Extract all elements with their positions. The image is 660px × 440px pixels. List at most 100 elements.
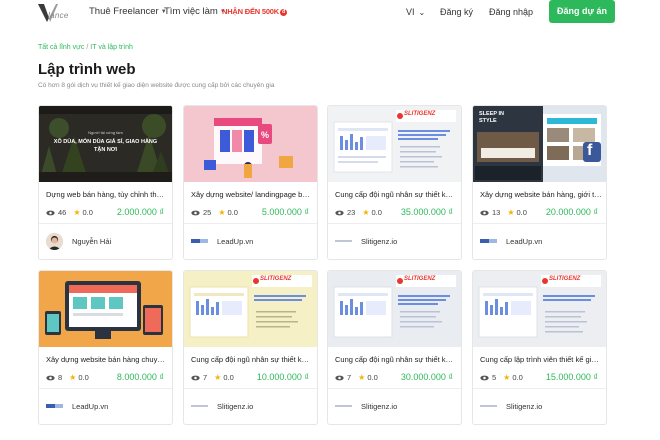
register-link[interactable]: Đăng ký (440, 7, 473, 17)
card-divider (328, 388, 461, 389)
service-title[interactable]: Cung cấp lập trình viên thiết kế giao di… (480, 355, 602, 364)
service-card[interactable]: SLITIGENZ Cung cấp đội ngũ nhân sự thiết… (327, 105, 462, 260)
seller-info[interactable]: Slitigenz.io (335, 396, 397, 416)
slitigenz-logo[interactable] (335, 238, 352, 244)
star-icon: ★ (73, 208, 81, 217)
nav-hire-freelancer-label: Thuê Freelancer (89, 6, 159, 17)
card-divider (473, 223, 606, 224)
service-card[interactable]: Xây dựng website bán hàng chuyên nghiệp … (38, 270, 173, 425)
seller-info[interactable]: LeadUp.vn (191, 231, 253, 251)
service-title[interactable]: Xây dựng website bán hàng, giới thiệu (480, 190, 602, 199)
breadcrumb-it-programming[interactable]: IT và lập trình (90, 44, 133, 51)
service-thumbnail[interactable]: SLITIGENZ (184, 271, 317, 347)
view-count: 7 (203, 373, 208, 382)
service-card[interactable]: % Xây dựng website/ landingpage bán hàng… (183, 105, 318, 260)
seller-name[interactable]: Slitigenz.io (506, 402, 542, 411)
avatar[interactable] (46, 232, 63, 250)
service-stats: 25 ★ 0.0 (191, 208, 238, 217)
service-title[interactable]: Dựng web bán hàng, tùy chỉnh theo yêu cầ… (46, 190, 168, 199)
promo-label: NHẬN ĐẾN 500K (222, 7, 279, 16)
nav-hire-freelancer[interactable]: Thuê Freelancer ▼ (89, 6, 167, 17)
eye-icon (191, 210, 200, 215)
facebook-icon: f (587, 142, 593, 159)
service-thumbnail[interactable] (39, 271, 172, 347)
star-icon: ★ (507, 208, 515, 217)
view-count: 23 (347, 208, 356, 217)
service-card[interactable]: Người tài xứng tầm XÔ DÙA, MÓN DÙA GIÁ S… (38, 105, 173, 260)
rating-value: 0.0 (223, 373, 234, 382)
seller-name[interactable]: LeadUp.vn (217, 237, 253, 246)
thumbnail-heading-line1: SLEEP IN (479, 111, 504, 117)
rating-value: 0.0 (516, 208, 527, 217)
seller-name[interactable]: Slitigenz.io (361, 402, 397, 411)
seller-info[interactable]: Nguyễn Hải (46, 231, 111, 251)
service-stats: 8 ★ 0.0 (46, 373, 89, 382)
seller-info[interactable]: Slitigenz.io (480, 396, 542, 416)
breadcrumb-all-categories[interactable]: Tất cả lĩnh vực (38, 44, 84, 51)
service-card[interactable]: SLEEP IN STYLE f Xây dựng website bán hà… (472, 105, 607, 260)
seller-info[interactable]: Slitigenz.io (191, 396, 253, 416)
star-icon: ★ (362, 208, 370, 217)
service-title[interactable]: Cung cấp đội ngũ nhân sự thiết kế và xây… (191, 355, 313, 364)
star-icon: ★ (218, 208, 226, 217)
service-card[interactable]: SLITIGENZ Cung cấp đội ngũ nhân sự thiết… (183, 270, 318, 425)
star-icon: ★ (69, 373, 77, 382)
service-thumbnail[interactable]: SLEEP IN STYLE f (473, 106, 606, 182)
view-count: 25 (203, 208, 212, 217)
service-thumbnail[interactable]: % (184, 106, 317, 182)
thumbnail-brand: SLITIGENZ (549, 276, 581, 282)
seller-info[interactable]: Slitigenz.io (335, 231, 397, 251)
service-stats: 7 ★ 0.0 (191, 373, 234, 382)
star-icon: ★ (214, 373, 222, 382)
leadup-logo[interactable] (480, 238, 497, 244)
thumbnail-small-text: Người tài xứng tầm (88, 130, 123, 135)
service-stats: 23 ★ 0.0 (335, 208, 382, 217)
view-count: 7 (347, 373, 352, 382)
slitigenz-logo[interactable] (335, 403, 352, 409)
promo-link[interactable]: NHẬN ĐẾN 500K đ (222, 7, 287, 16)
rating-value: 0.0 (78, 373, 89, 382)
card-divider (328, 223, 461, 224)
star-icon: ★ (503, 373, 511, 382)
login-link[interactable]: Đăng nhập (489, 7, 533, 17)
seller-name[interactable]: LeadUp.vn (506, 237, 542, 246)
vlance-logo[interactable]: lance (36, 2, 76, 24)
service-title[interactable]: Xây dựng website bán hàng chuyên nghiệp (46, 355, 168, 364)
service-thumbnail[interactable]: SLITIGENZ (328, 106, 461, 182)
seller-name[interactable]: Slitigenz.io (361, 237, 397, 246)
service-card[interactable]: SLITIGENZ Cung cấp đội ngũ nhân sự thiết… (327, 270, 462, 425)
seller-name[interactable]: LeadUp.vn (72, 402, 108, 411)
seller-info[interactable]: LeadUp.vn (46, 396, 108, 416)
seller-name[interactable]: Nguyễn Hải (72, 237, 111, 246)
seller-name[interactable]: Slitigenz.io (217, 402, 253, 411)
eye-icon (46, 210, 55, 215)
nav-find-jobs[interactable]: Tìm việc làm ▼ (164, 6, 226, 17)
card-divider (184, 388, 317, 389)
service-stats: 13 ★ 0.0 (480, 208, 527, 217)
logo-text: lance (48, 11, 69, 20)
thumbnail-brand: SLITIGENZ (260, 276, 292, 282)
service-price: 2.000.000 ₫ (116, 207, 164, 217)
service-thumbnail[interactable]: SLITIGENZ (473, 271, 606, 347)
card-divider (39, 223, 172, 224)
card-divider (39, 388, 172, 389)
service-thumbnail[interactable]: Người tài xứng tầm XÔ DÙA, MÓN DÙA GIÁ S… (39, 106, 172, 182)
service-thumbnail[interactable]: SLITIGENZ (328, 271, 461, 347)
thumbnail-brand: SLITIGENZ (404, 276, 436, 282)
service-price: 30.000.000 ₫ (400, 372, 453, 382)
leadup-logo[interactable] (46, 403, 63, 409)
service-card[interactable]: SLITIGENZ Cung cấp lập trình viên thiết … (472, 270, 607, 425)
chevron-down-icon: ⌄ (418, 8, 426, 17)
card-divider (473, 388, 606, 389)
svg-text:%: % (261, 130, 269, 140)
language-selector[interactable]: VI ⌄ (406, 7, 425, 17)
post-project-button[interactable]: Đăng dự án (549, 0, 615, 23)
service-title[interactable]: Cung cấp đội ngũ nhân sự thiết kế, xây d… (335, 355, 457, 364)
seller-info[interactable]: LeadUp.vn (480, 231, 542, 251)
service-title[interactable]: Cung cấp đội ngũ nhân sự thiết kế, xây d… (335, 190, 457, 199)
service-title[interactable]: Xây dựng website/ landingpage bán hàng (191, 190, 313, 199)
slitigenz-logo[interactable] (480, 403, 497, 409)
service-price: 15.000.000 ₫ (545, 372, 598, 382)
slitigenz-logo[interactable] (191, 403, 208, 409)
leadup-logo[interactable] (191, 238, 208, 244)
